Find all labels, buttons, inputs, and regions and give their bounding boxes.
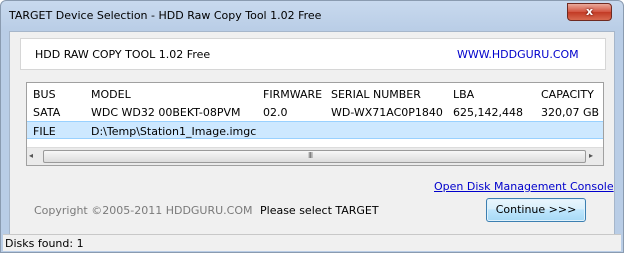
website-link[interactable]: WWW.HDDGURU.COM [457,48,579,61]
title-bar[interactable]: TARGET Device Selection - HDD Raw Copy T… [1,1,623,31]
cell-bus: SATA [33,106,61,119]
status-message: Please select TARGET [260,204,379,217]
column-header-model[interactable]: MODEL [91,88,131,101]
cell-lba: 625,142,448 [453,106,523,119]
app-name: HDD RAW COPY TOOL 1.02 Free [35,48,211,61]
cell-model: D:\Temp\Station1_Image.imgc [91,125,257,138]
status-bar: Disks found: 1 [3,234,621,251]
column-header-serial-number[interactable]: SERIAL NUMBER [331,88,421,101]
window-title: TARGET Device Selection - HDD Raw Copy T… [9,9,322,22]
cell-bus: FILE [33,125,56,138]
close-button[interactable]: x [567,3,612,21]
table-row[interactable]: SATA WDC WD32 00BEKT-08PVM 02.0 WD-WX71A… [27,103,603,121]
cell-capacity: 320,07 GB [541,106,600,119]
column-header-capacity[interactable]: CAPACITY [541,88,594,101]
device-list[interactable]: BUS MODEL FIRMWARE SERIAL NUMBER LBA CAP… [26,82,604,166]
horizontal-scrollbar[interactable]: ◂ III ▸ [27,147,603,165]
header-panel: HDD RAW COPY TOOL 1.02 Free WWW.HDDGURU.… [20,38,606,70]
copyright-text: Copyright ©2005-2011 HDDGURU.COM [34,204,253,217]
scroll-left-icon[interactable]: ◂ [29,151,33,160]
scroll-thumb[interactable]: III [43,150,586,163]
table-header: BUS MODEL FIRMWARE SERIAL NUMBER LBA CAP… [27,85,603,103]
disk-management-link[interactable]: Open Disk Management Console [434,180,614,193]
column-header-lba[interactable]: LBA [453,88,474,101]
scroll-right-icon[interactable]: ▸ [589,151,593,160]
column-header-bus[interactable]: BUS [33,88,56,101]
disks-found-text: Disks found: 1 [5,237,84,250]
cell-firmware: 02.0 [263,106,288,119]
close-icon: x [585,5,594,18]
cell-model: WDC WD32 00BEKT-08PVM [91,106,241,119]
cell-serial-number: WD-WX71AC0P1840 [331,106,443,119]
table-row-selected[interactable]: FILE D:\Temp\Station1_Image.imgc [27,121,603,139]
grip-icon: III [308,151,313,160]
dialog-body: HDD RAW COPY TOOL 1.02 Free WWW.HDDGURU.… [9,31,615,243]
column-header-firmware[interactable]: FIRMWARE [263,88,322,101]
continue-button[interactable]: Continue >>> [486,198,586,222]
app-window: TARGET Device Selection - HDD Raw Copy T… [0,0,624,253]
